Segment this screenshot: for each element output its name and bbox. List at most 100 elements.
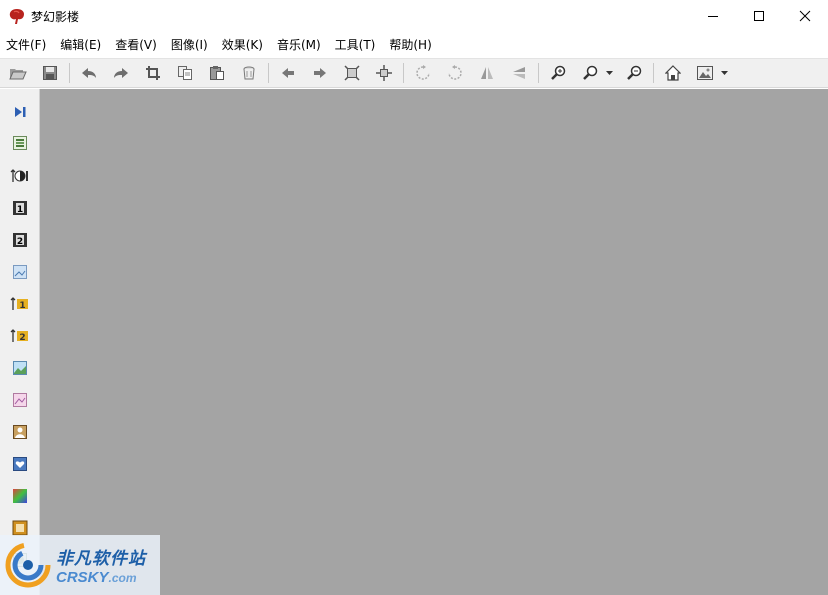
- menu-edit[interactable]: 编辑(E): [54, 33, 109, 57]
- zoom-out-icon: [627, 65, 642, 80]
- image-workspace[interactable]: [40, 89, 828, 595]
- flip-horizontal-icon: [481, 67, 493, 79]
- gradient-button[interactable]: [9, 485, 31, 507]
- rotate-right-button[interactable]: [442, 61, 468, 85]
- transition-icon: [10, 169, 28, 182]
- menu-file[interactable]: 文件(F): [0, 33, 54, 57]
- fit-screen-button[interactable]: [339, 61, 365, 85]
- minimize-button[interactable]: [690, 0, 736, 32]
- picture-small-icon: [13, 265, 27, 279]
- toolbar-separator: [538, 63, 539, 83]
- slide-2-icon: 2: [13, 233, 27, 247]
- watermark-cn-text: 非凡软件站: [56, 549, 146, 569]
- landscape-button[interactable]: [9, 357, 31, 379]
- rotate-left-icon: [416, 65, 430, 80]
- menu-tools[interactable]: 工具(T): [329, 33, 384, 57]
- zoom-icon: [583, 65, 598, 80]
- save-icon: [43, 66, 57, 80]
- paste-icon: [210, 66, 224, 80]
- svg-text:1: 1: [17, 205, 23, 215]
- gradient-icon: [13, 489, 27, 503]
- undo-button[interactable]: [76, 61, 102, 85]
- image-dropdown-button[interactable]: [720, 61, 728, 85]
- redo-button[interactable]: [108, 61, 134, 85]
- crop-button[interactable]: [140, 61, 166, 85]
- transition-button[interactable]: [9, 165, 31, 187]
- actual-size-button[interactable]: [371, 61, 397, 85]
- rotate-left-button[interactable]: [410, 61, 436, 85]
- maximize-button[interactable]: [736, 0, 782, 32]
- pink-picture-button[interactable]: [9, 389, 31, 411]
- landscape-icon: [13, 361, 27, 375]
- menu-bar: 文件(F) 编辑(E) 查看(V) 图像(I) 效果(K) 音乐(M) 工具(T…: [0, 33, 828, 57]
- insert-2-icon: 2: [10, 329, 28, 343]
- list-button[interactable]: [9, 132, 31, 154]
- zoom-in-button[interactable]: [545, 61, 571, 85]
- picture-small-button[interactable]: [9, 261, 31, 283]
- undo-icon: [82, 68, 96, 78]
- zoom-dropdown-button[interactable]: [605, 61, 613, 85]
- menu-music[interactable]: 音乐(M): [271, 33, 329, 57]
- toolbar-separator: [653, 63, 654, 83]
- menu-view[interactable]: 查看(V): [109, 33, 165, 57]
- zoom-out-button[interactable]: [621, 61, 647, 85]
- heart-button[interactable]: [9, 453, 31, 475]
- next-icon: [314, 68, 326, 78]
- open-button[interactable]: [5, 61, 31, 85]
- toolbar: [0, 58, 828, 88]
- previous-button[interactable]: [275, 61, 301, 85]
- next-button[interactable]: [307, 61, 333, 85]
- portrait-icon: [13, 425, 27, 439]
- portrait-button[interactable]: [9, 421, 31, 443]
- slide-2-button[interactable]: 2: [9, 229, 31, 251]
- title-bar: 梦幻影楼: [0, 0, 828, 32]
- menu-image[interactable]: 图像(I): [165, 33, 216, 57]
- fit-screen-icon: [344, 65, 360, 81]
- play-button[interactable]: [9, 101, 31, 123]
- previous-icon: [282, 68, 294, 78]
- left-toolbar: 1 2 1 2: [0, 89, 40, 595]
- pink-picture-icon: [13, 393, 27, 407]
- caret-down-icon: [720, 71, 728, 75]
- caret-down-icon: [605, 71, 613, 75]
- toolbar-separator: [268, 63, 269, 83]
- heart-icon: [13, 457, 27, 471]
- insert-1-button[interactable]: 1: [9, 293, 31, 315]
- watermark-en-text: CRSKY.com: [56, 569, 146, 586]
- play-icon: [15, 107, 26, 117]
- minimize-icon: [708, 16, 718, 17]
- svg-text:1: 1: [19, 301, 25, 311]
- zoom-button[interactable]: [577, 61, 603, 85]
- slide-1-button[interactable]: 1: [9, 197, 31, 219]
- crop-icon: [146, 66, 160, 80]
- home-icon: [665, 65, 681, 81]
- image-button[interactable]: [692, 61, 718, 85]
- insert-1-icon: 1: [10, 297, 28, 311]
- site-watermark: 非凡软件站 CRSKY.com: [0, 535, 160, 595]
- delete-icon: [243, 66, 255, 80]
- watermark-brand: CRSKY: [56, 569, 109, 586]
- toolbar-separator: [403, 63, 404, 83]
- paste-button[interactable]: [204, 61, 230, 85]
- insert-2-button[interactable]: 2: [9, 325, 31, 347]
- close-button[interactable]: [782, 0, 828, 32]
- svg-text:2: 2: [17, 237, 23, 247]
- save-button[interactable]: [37, 61, 63, 85]
- menu-effects[interactable]: 效果(K): [216, 33, 271, 57]
- delete-button[interactable]: [236, 61, 262, 85]
- copy-button[interactable]: [172, 61, 198, 85]
- actual-size-icon: [376, 65, 392, 81]
- home-button[interactable]: [660, 61, 686, 85]
- watermark-domain: .com: [108, 571, 137, 585]
- svg-text:2: 2: [19, 333, 25, 343]
- close-icon: [799, 10, 811, 22]
- open-folder-icon: [9, 69, 27, 80]
- redo-icon: [114, 68, 128, 78]
- menu-help[interactable]: 帮助(H): [383, 33, 439, 57]
- toolbar-separator: [69, 63, 70, 83]
- flip-vertical-button[interactable]: [506, 61, 532, 85]
- image-icon: [697, 66, 713, 80]
- frame-icon: [12, 520, 28, 536]
- window-title: 梦幻影楼: [31, 9, 80, 24]
- flip-horizontal-button[interactable]: [474, 61, 500, 85]
